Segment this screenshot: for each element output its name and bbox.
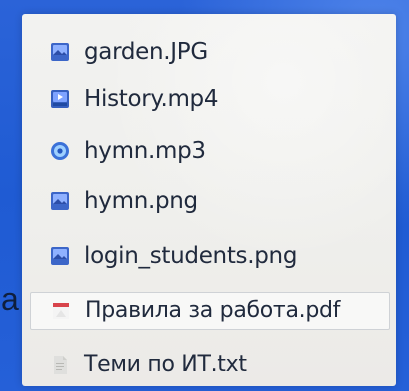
file-name: garden.JPG [84, 38, 208, 65]
file-item-hymn-mp3[interactable]: hymn.mp3 [30, 132, 390, 170]
file-list: garden.JPG History.mp4 hymn.mp3 hymn.png… [22, 14, 396, 386]
file-name: Теми по ИТ.txt [84, 352, 247, 377]
file-item-login-students-png[interactable]: login_students.png [30, 237, 390, 275]
file-item-garden-jpg[interactable]: garden.JPG [30, 33, 390, 71]
image-file-icon [48, 40, 72, 64]
file-name: hymn.png [84, 187, 198, 214]
file-name: hymn.mp3 [84, 137, 206, 164]
background-letter: a [1, 281, 19, 317]
file-explorer-panel: garden.JPG History.mp4 hymn.mp3 hymn.png… [22, 14, 396, 386]
file-name: History.mp4 [84, 85, 219, 112]
file-item-hymn-png[interactable]: hymn.png [30, 182, 390, 220]
file-item-history-mp4[interactable]: History.mp4 [30, 80, 390, 118]
image-file-icon [48, 189, 72, 213]
text-file-icon [48, 353, 72, 377]
file-item-pravila-pdf[interactable]: Правила за работа.pdf [30, 292, 390, 330]
audio-file-icon [48, 139, 72, 163]
file-name: login_students.png [84, 242, 298, 269]
image-file-icon [48, 244, 72, 268]
file-item-temi-txt[interactable]: Теми по ИТ.txt [30, 346, 390, 384]
file-name: Правила за работа.pdf [85, 298, 341, 323]
pdf-file-icon [49, 299, 73, 323]
video-file-icon [48, 87, 72, 111]
